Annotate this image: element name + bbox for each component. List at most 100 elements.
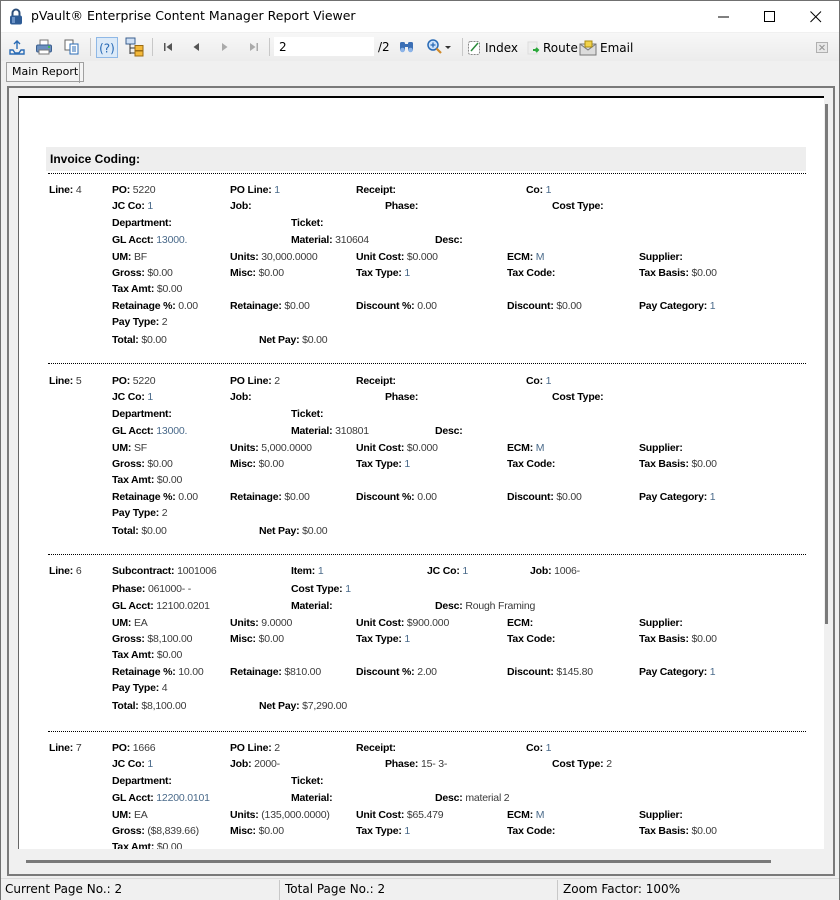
report-viewer-window: pVault® Enterprise Content Manager Repor… <box>0 0 840 900</box>
field-value: 0.00 <box>417 300 437 312</box>
field-jc-co: JC Co: 1 <box>427 565 468 577</box>
field-tax-code: Tax Code: <box>507 633 555 645</box>
field-label: Tax Code: <box>507 458 556 470</box>
field-job: Job: 2000- <box>230 758 280 770</box>
tree-toggle-button[interactable] <box>125 37 145 57</box>
field-label: Line: <box>49 565 74 577</box>
prev-page-button[interactable] <box>186 37 206 57</box>
field-value: 1 <box>404 458 411 470</box>
field-ticket: Ticket: <box>291 775 323 787</box>
field-value: ($8,839.66) <box>147 825 199 837</box>
line-divider <box>48 173 806 174</box>
field-label: Cost Type: <box>552 758 604 770</box>
close-report-button[interactable] <box>815 37 829 57</box>
field-label: Item: <box>291 565 316 577</box>
last-page-button[interactable] <box>244 37 264 57</box>
field-tax-code: Tax Code: <box>507 825 555 837</box>
field-label: Unit Cost: <box>356 809 405 821</box>
field-label: Tax Code: <box>507 825 556 837</box>
field-label: Unit Cost: <box>356 442 405 454</box>
vertical-scroll-thumb[interactable] <box>825 104 828 624</box>
field-label: Units: <box>230 809 259 821</box>
field-desc: Desc: Rough Framing <box>435 600 535 612</box>
field-label: Receipt: <box>356 375 396 387</box>
field-value: 2 <box>161 507 168 519</box>
status-divider <box>279 880 280 900</box>
close-button[interactable] <box>793 1 839 32</box>
horizontal-scrollbar[interactable] <box>18 858 778 864</box>
search-binoculars-icon <box>400 42 413 53</box>
field-label: Tax Basis: <box>639 825 689 837</box>
field-value: 10.00 <box>178 666 204 678</box>
field-label: Tax Type: <box>356 458 402 470</box>
help-button[interactable]: (?) <box>96 37 118 58</box>
field-label: GL Acct: <box>112 425 154 437</box>
field-value: 2.00 <box>417 666 437 678</box>
search-button[interactable] <box>397 37 417 57</box>
vertical-scrollbar[interactable] <box>821 96 833 856</box>
field-value: $0.00 <box>147 458 173 470</box>
field-label: Pay Category: <box>639 666 708 678</box>
index-button[interactable]: Index <box>467 38 518 57</box>
copy-button[interactable] <box>62 37 82 57</box>
field-supplier: Supplier: <box>639 809 683 821</box>
field-label: Tax Amt: <box>112 841 155 849</box>
field-value: $0.00 <box>691 267 717 279</box>
field-unit-cost: Unit Cost: $0.000 <box>356 251 438 263</box>
field-value: $0.00 <box>147 267 173 279</box>
field-department: Department: <box>112 217 172 229</box>
field-label: Job: <box>530 565 552 577</box>
field-cost-type: Cost Type: 2 <box>552 758 612 770</box>
field-label: Unit Cost: <box>356 617 405 629</box>
field-po-line: PO Line: 2 <box>230 375 280 387</box>
field-tax-amt: Tax Amt: $0.00 <box>112 649 182 661</box>
field-po: PO: 5220 <box>112 375 156 387</box>
field-value: 1 <box>404 267 411 279</box>
field-label: Department: <box>112 217 172 229</box>
field-value: $0.00 <box>156 283 183 295</box>
field-label: GL Acct: <box>112 792 154 804</box>
next-page-button[interactable] <box>215 37 235 57</box>
field-retainage: Retainage: $0.00 <box>230 491 310 503</box>
field-label: Line: <box>49 742 74 754</box>
field-ecm: ECM: M <box>507 442 544 454</box>
field-label: Tax Basis: <box>639 267 689 279</box>
field-label: Retainage %: <box>112 491 176 503</box>
field-value: 1 <box>317 565 324 577</box>
field-label: Discount: <box>507 491 554 503</box>
first-page-button[interactable] <box>158 37 178 57</box>
email-button[interactable]: Email <box>579 38 633 57</box>
field-item: Item: 1 <box>291 565 324 577</box>
email-label: Email <box>600 40 634 55</box>
field-value: 2 <box>274 742 280 754</box>
field-label: Phase: <box>385 758 419 770</box>
field-value: $0.00 <box>141 525 167 537</box>
minimize-button[interactable] <box>701 1 747 32</box>
field-label: Line: <box>49 375 74 387</box>
field-label: Tax Amt: <box>112 474 155 486</box>
field-label: Pay Type: <box>112 507 160 519</box>
field-label: Misc: <box>230 633 256 645</box>
field-value: 5 <box>75 375 82 387</box>
page-number-input[interactable] <box>274 37 374 56</box>
field-value: 1 <box>545 742 552 754</box>
zoom-dropdown-button[interactable] <box>442 37 454 57</box>
horizontal-scroll-thumb[interactable] <box>26 860 771 863</box>
print-button[interactable] <box>34 37 54 57</box>
field-value: $0.000 <box>406 251 438 263</box>
field-value: EA <box>133 617 148 629</box>
field-value: M <box>535 442 545 454</box>
maximize-button[interactable] <box>747 1 793 32</box>
field-label: Ticket: <box>291 775 324 787</box>
field-label: Phase: <box>112 583 146 595</box>
field-value: 1 <box>147 391 153 403</box>
tab-main-report[interactable]: Main Report <box>6 62 85 82</box>
route-button[interactable]: Route <box>526 38 578 57</box>
status-bar: Current Page No.: 2 Total Page No.: 2 Zo… <box>1 878 839 900</box>
close-report-icon <box>816 41 828 53</box>
next-page-icon <box>222 43 228 51</box>
field-material: Material: 310604 <box>291 234 369 246</box>
close-icon <box>810 10 822 22</box>
field-value: $0.000 <box>406 442 438 454</box>
export-button[interactable] <box>7 37 27 57</box>
